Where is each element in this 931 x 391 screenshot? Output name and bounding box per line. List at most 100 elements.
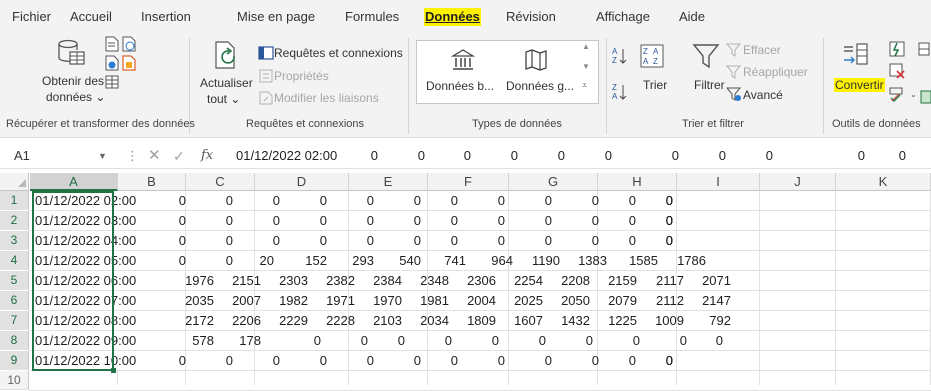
cell-value[interactable]: 0 [291, 351, 327, 370]
clear-button[interactable]: Effacer [743, 43, 781, 57]
tab-insertion[interactable]: Insertion [141, 8, 191, 26]
column-header-a[interactable]: A [30, 173, 118, 191]
cell-value[interactable]: 0 [244, 231, 280, 250]
cell-value[interactable]: 0 [600, 351, 636, 370]
tab-accueil[interactable]: Accueil [70, 8, 112, 26]
cell-value[interactable]: 1786 [670, 251, 706, 270]
cell-value[interactable]: 2348 [413, 271, 449, 290]
tab-affichage[interactable]: Affichage [596, 8, 650, 26]
cell-value[interactable]: 0 [422, 231, 458, 250]
from-table-icon[interactable] [104, 55, 120, 71]
select-all-corner[interactable] [0, 173, 29, 191]
cell-value[interactable]: 1982 [272, 291, 308, 310]
queries-connections-button[interactable]: Requêtes et connexions [274, 46, 403, 60]
cell-value[interactable]: 0 [463, 331, 499, 350]
cell-a[interactable]: 01/12/2022 06:00 [31, 271, 136, 290]
column-header-h[interactable]: H [598, 173, 677, 191]
cell-value[interactable]: 2007 [225, 291, 261, 310]
cell-value[interactable]: 2117 [648, 271, 684, 290]
cell-value[interactable]: 2151 [225, 271, 261, 290]
cell-value[interactable]: 0 [687, 331, 723, 350]
cell-value[interactable]: 0 [385, 351, 421, 370]
cell-value[interactable]: 0 [244, 211, 280, 230]
cell-a[interactable]: 01/12/2022 02:00 [31, 191, 136, 210]
cell-value[interactable]: 0 [369, 331, 405, 350]
cell-value[interactable]: 0 [197, 351, 233, 370]
cell-value[interactable]: 1432 [554, 311, 590, 330]
cell-value[interactable]: 0 [285, 331, 321, 350]
cell-value[interactable]: 0 [197, 191, 233, 210]
cell-value[interactable]: 1607 [507, 311, 543, 330]
cell-value[interactable]: 0 [291, 191, 327, 210]
cell-value[interactable]: 578 [178, 331, 214, 350]
cell-value[interactable]: 2079 [601, 291, 637, 310]
cell-value[interactable]: 0 [604, 331, 640, 350]
row-header[interactable]: 5 [0, 271, 29, 290]
flash-fill-icon[interactable] [888, 40, 906, 58]
cell-value[interactable]: 0 [244, 351, 280, 370]
cell-value[interactable]: 1009 [648, 311, 684, 330]
data-validation-icon[interactable] [888, 86, 910, 104]
name-box-dropdown-icon[interactable]: ▼ [98, 145, 107, 167]
row-header[interactable]: 8 [0, 331, 29, 350]
gallery-scroll-down-icon[interactable]: ▼ [582, 62, 590, 71]
reapply-button[interactable]: Réappliquer [743, 65, 808, 79]
cell-value[interactable]: 0 [422, 191, 458, 210]
cell-value[interactable]: 2035 [178, 291, 214, 310]
row-header[interactable]: 4 [0, 251, 29, 270]
cell-value[interactable]: 2034 [413, 311, 449, 330]
cell-value[interactable]: 0 [637, 351, 673, 370]
from-web-icon[interactable] [121, 36, 137, 52]
cell-value[interactable]: 1809 [460, 311, 496, 330]
edit-links-button[interactable]: Modifier les liaisons [274, 91, 379, 105]
cell-value[interactable]: 0 [563, 191, 599, 210]
cell-value[interactable]: 0 [600, 191, 636, 210]
sort-az-icon[interactable]: A Z [611, 46, 629, 66]
row-header[interactable]: 1 [0, 191, 29, 210]
cell-value[interactable]: 2229 [272, 311, 308, 330]
cell-value[interactable]: 2254 [507, 271, 543, 290]
cell-value[interactable]: 2384 [366, 271, 402, 290]
cell-value[interactable]: 540 [385, 251, 421, 270]
cell-value[interactable]: 1981 [413, 291, 449, 310]
cell-value[interactable]: 0 [422, 211, 458, 230]
cell-value[interactable]: 1585 [622, 251, 658, 270]
cell-a[interactable]: 01/12/2022 05:00 [31, 251, 136, 270]
cell-value[interactable]: 0 [197, 231, 233, 250]
column-header-k[interactable]: K [836, 173, 931, 191]
column-header-e[interactable]: E [349, 173, 428, 191]
cell-value[interactable]: 0 [469, 231, 505, 250]
cell-value[interactable]: 0 [197, 251, 233, 270]
column-header-i[interactable]: I [677, 173, 760, 191]
data-validation-dropdown-icon[interactable]: ⌄ [910, 90, 917, 99]
cell-value[interactable]: 0 [637, 231, 673, 250]
cell-value[interactable]: 0 [385, 231, 421, 250]
cell-value[interactable]: 0 [651, 331, 687, 350]
cell-value[interactable]: 0 [563, 351, 599, 370]
cell-value[interactable]: 1383 [571, 251, 607, 270]
recent-sources-icon[interactable] [121, 55, 137, 71]
row-header[interactable]: 3 [0, 231, 29, 250]
advanced-button[interactable]: Avancé [743, 88, 783, 102]
cell-value[interactable]: 0 [600, 231, 636, 250]
cell-value[interactable]: 2208 [554, 271, 590, 290]
cell-value[interactable]: 0 [332, 331, 368, 350]
consolidate-icon[interactable] [917, 40, 931, 58]
cell-value[interactable]: 0 [150, 351, 186, 370]
cell-value[interactable]: 792 [695, 311, 731, 330]
cell-value[interactable]: 2071 [695, 271, 731, 290]
cell-value[interactable]: 2159 [601, 271, 637, 290]
cell-value[interactable]: 0 [291, 231, 327, 250]
tab-aide[interactable]: Aide [679, 8, 705, 26]
cell-value[interactable]: 2050 [554, 291, 590, 310]
column-header-d[interactable]: D [255, 173, 349, 191]
cell-value[interactable]: 178 [225, 331, 261, 350]
cell-value[interactable]: 1971 [319, 291, 355, 310]
cell-value[interactable]: 20 [238, 251, 274, 270]
cell-value[interactable]: 0 [637, 191, 673, 210]
gallery-scroll-up-icon[interactable]: ▲ [582, 42, 590, 51]
fill-handle[interactable] [111, 368, 116, 373]
cancel-icon[interactable]: ✕ [148, 145, 161, 167]
tab-fichier[interactable]: Fichier [12, 8, 51, 26]
gallery-more-icon[interactable]: ⩡ [582, 80, 587, 91]
